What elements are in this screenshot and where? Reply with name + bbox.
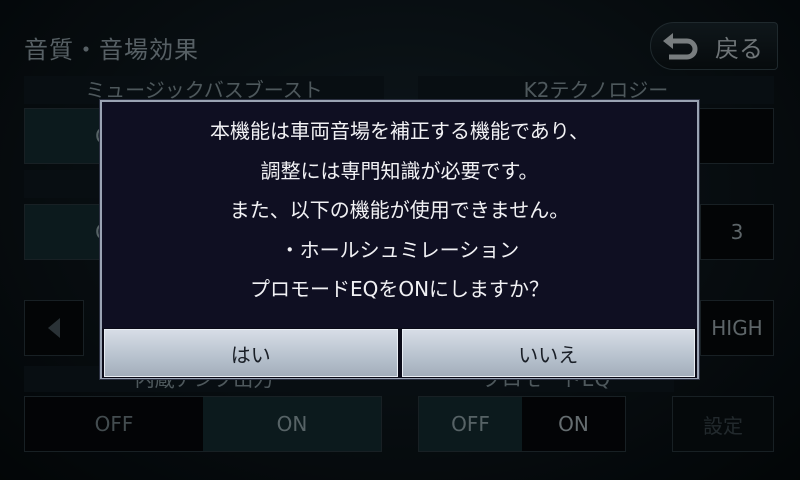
dialog-message: 本機能は車両音場を補正する機能であり、 調整には専門知識が必要です。 また、以下… — [102, 112, 697, 310]
dialog-button-bar: はい いいえ — [102, 328, 697, 378]
confirm-dialog: 本機能は車両音場を補正する機能であり、 調整には専門知識が必要です。 また、以下… — [100, 100, 699, 379]
dialog-line-5: プロモードEQをONにしますか？ — [249, 277, 550, 301]
yes-button[interactable]: はい — [104, 329, 398, 377]
dialog-line-2: 調整には専門知識が必要です。 — [260, 158, 539, 183]
dialog-line-3: また、以下の機能が使用できません。 — [229, 198, 570, 222]
dialog-line-4: ・ホールシュミレーション — [279, 237, 520, 262]
dialog-line-1: 本機能は車両音場を補正する機能であり、 — [210, 119, 589, 143]
no-button[interactable]: いいえ — [401, 329, 695, 377]
